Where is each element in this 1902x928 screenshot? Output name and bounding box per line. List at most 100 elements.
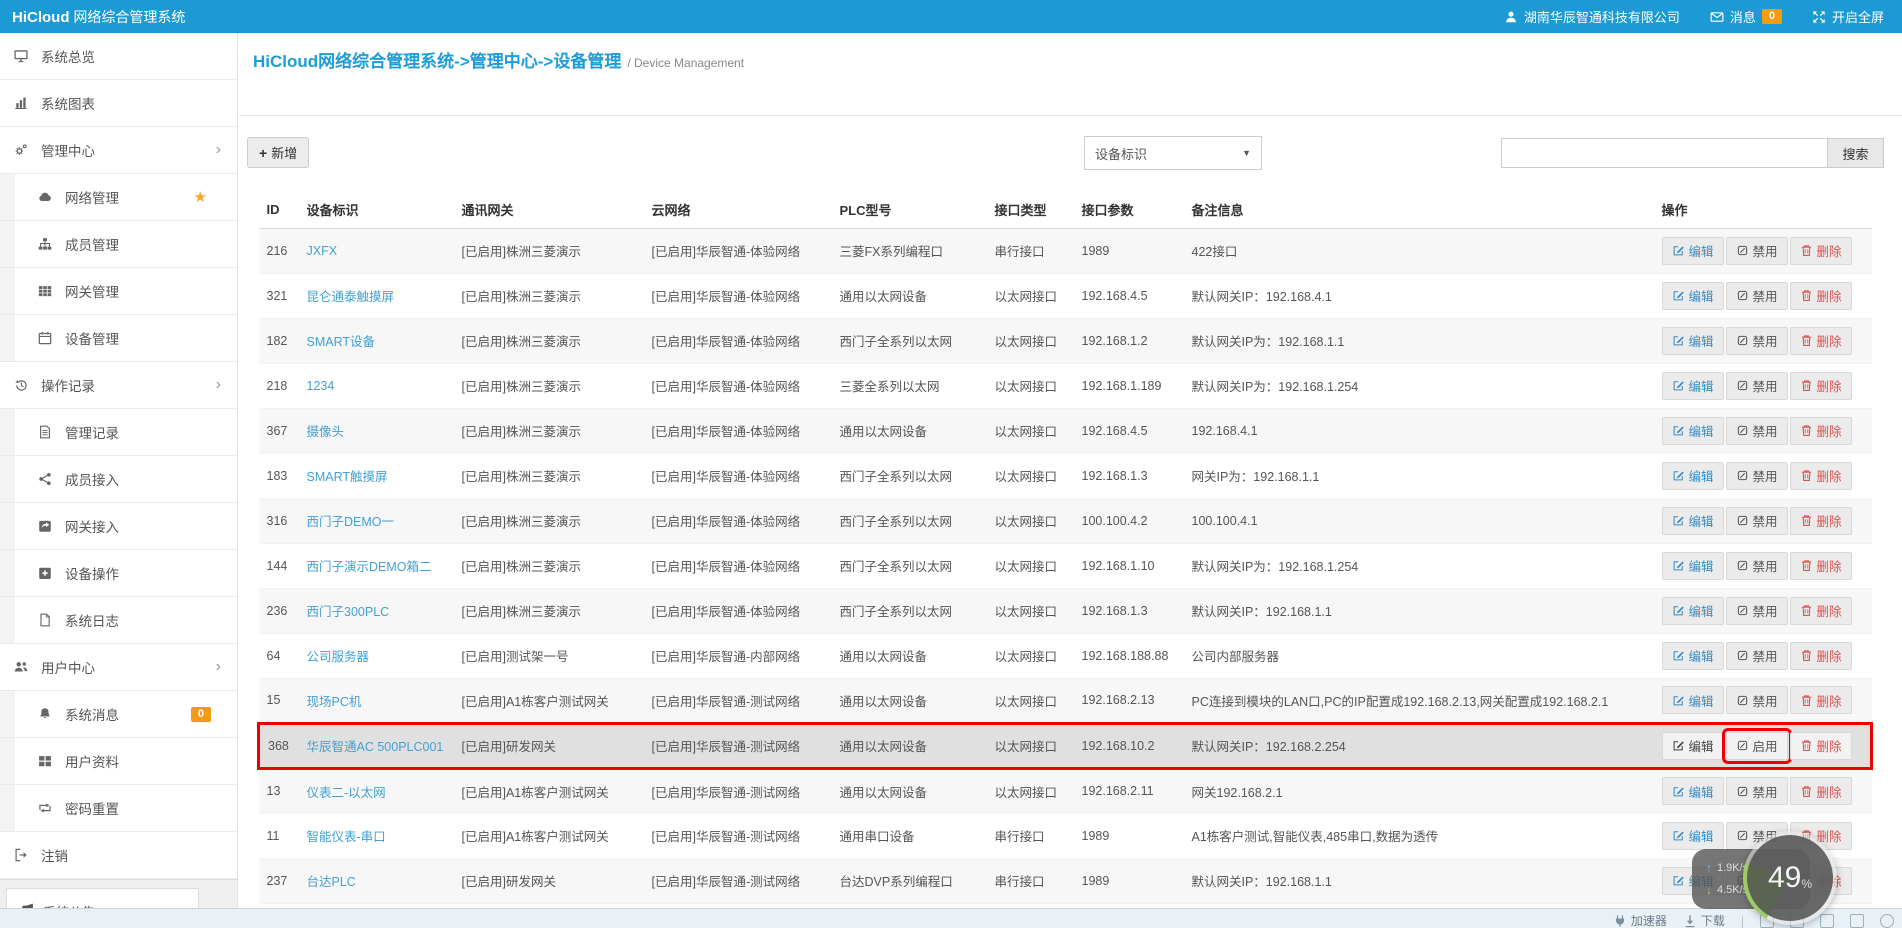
sidebar-item-user-profile[interactable]: 用户资料 bbox=[0, 738, 237, 785]
company-menu[interactable]: 湖南华辰智通科技有限公司 bbox=[1504, 7, 1680, 26]
edit-button[interactable]: 编辑 bbox=[1661, 596, 1724, 625]
edit-button[interactable]: 编辑 bbox=[1661, 641, 1724, 670]
filter-field-select[interactable]: 设备标识 ▼ bbox=[1084, 136, 1262, 170]
delete-button[interactable]: 删除 bbox=[1789, 326, 1852, 355]
sidebar-item-gateway-access[interactable]: 网关接入 bbox=[0, 503, 237, 550]
delete-button[interactable]: 删除 bbox=[1789, 506, 1852, 535]
device-link[interactable]: 1234 bbox=[307, 379, 335, 393]
search-button[interactable]: 搜索 bbox=[1827, 138, 1884, 168]
disable-button[interactable]: 禁用 bbox=[1725, 236, 1788, 265]
progress-circle-widget[interactable]: 49 % bbox=[1743, 831, 1837, 925]
edit-button[interactable]: 编辑 bbox=[1661, 777, 1724, 805]
ban-icon bbox=[1736, 829, 1749, 842]
sidebar-item-user-center[interactable]: 用户中心 › bbox=[0, 644, 237, 691]
edit-button[interactable]: 编辑 bbox=[1661, 821, 1724, 850]
trash-icon bbox=[1800, 785, 1813, 798]
edit-button[interactable]: 编辑 bbox=[1661, 686, 1724, 714]
disable-button[interactable]: 禁用 bbox=[1725, 596, 1788, 625]
disable-button[interactable]: 禁用 bbox=[1725, 686, 1788, 714]
delete-button[interactable]: 删除 bbox=[1789, 281, 1852, 310]
sidebar-item-network-management[interactable]: 网络管理 ★ bbox=[0, 174, 237, 221]
search-input[interactable] bbox=[1501, 138, 1827, 168]
delete-button[interactable]: 删除 bbox=[1789, 596, 1852, 625]
delete-button[interactable]: 删除 bbox=[1789, 371, 1852, 400]
edit-button[interactable]: 编辑 bbox=[1661, 506, 1724, 535]
edit-button[interactable]: 编辑 bbox=[1661, 551, 1724, 580]
cell-actions: 编辑禁用删除 bbox=[1653, 318, 1872, 364]
device-link[interactable]: 西门子演示DEMO箱二 bbox=[307, 560, 432, 574]
sidebar-item-member-access[interactable]: 成员接入 bbox=[0, 456, 237, 503]
device-link[interactable]: 公司服务器 bbox=[307, 650, 370, 664]
ban-icon bbox=[1736, 289, 1749, 302]
delete-button[interactable]: 删除 bbox=[1789, 641, 1852, 670]
device-link[interactable]: SMART触摸屏 bbox=[307, 470, 388, 484]
messages-menu[interactable]: 消息 0 bbox=[1710, 7, 1782, 26]
device-link[interactable]: SMART设备 bbox=[307, 335, 376, 349]
edit-button[interactable]: 编辑 bbox=[1661, 326, 1724, 355]
users-icon bbox=[14, 660, 35, 674]
disable-button[interactable]: 禁用 bbox=[1725, 461, 1788, 490]
delete-button[interactable]: 删除 bbox=[1789, 686, 1852, 714]
toolbar-icon[interactable] bbox=[1880, 913, 1894, 928]
delete-button[interactable]: 删除 bbox=[1789, 236, 1852, 265]
disable-button[interactable]: 禁用 bbox=[1725, 326, 1788, 355]
device-link[interactable]: 智能仪表-串口 bbox=[307, 830, 386, 844]
disable-button[interactable]: 禁用 bbox=[1725, 777, 1788, 805]
sidebar-item-system-charts[interactable]: 系统图表 bbox=[0, 80, 237, 127]
action-button-group: 编辑禁用删除 bbox=[1661, 506, 1864, 535]
disable-button[interactable]: 禁用 bbox=[1725, 371, 1788, 400]
delete-button[interactable]: 删除 bbox=[1789, 551, 1852, 580]
sidebar-item-gateway-management[interactable]: 网关管理 bbox=[0, 268, 237, 315]
delete-button[interactable]: 删除 bbox=[1789, 461, 1852, 490]
ban-icon bbox=[1736, 559, 1749, 572]
disable-button[interactable]: 禁用 bbox=[1725, 641, 1788, 670]
cell-gateway: [已启用]株洲三菱演示 bbox=[453, 588, 644, 634]
device-link[interactable]: 昆仑通泰触摸屏 bbox=[307, 290, 395, 304]
disable-button[interactable]: 禁用 bbox=[1725, 416, 1788, 445]
device-link[interactable]: 西门子300PLC bbox=[307, 605, 390, 619]
statusbar-right: 加速器 下载 | bbox=[1613, 912, 1894, 928]
file-text-icon bbox=[38, 425, 59, 439]
delete-button[interactable]: 删除 bbox=[1789, 731, 1852, 760]
cell-interface-type: 以太网接口 bbox=[986, 543, 1074, 589]
edit-button[interactable]: 编辑 bbox=[1661, 731, 1724, 760]
user-icon bbox=[1504, 10, 1518, 24]
device-link[interactable]: 西门子DEMO一 bbox=[307, 515, 395, 529]
sidebar-item-member-management[interactable]: 成员管理 bbox=[0, 221, 237, 268]
edit-button[interactable]: 编辑 bbox=[1661, 416, 1724, 445]
edit-button[interactable]: 编辑 bbox=[1661, 281, 1724, 310]
sidebar-item-label: 网关接入 bbox=[65, 520, 119, 535]
accelerator-button[interactable]: 加速器 bbox=[1613, 912, 1667, 928]
device-link[interactable]: 仪表二-以太网 bbox=[307, 786, 386, 800]
sidebar-item-operation-records[interactable]: 操作记录 › bbox=[0, 362, 237, 409]
toolbar-icon[interactable] bbox=[1850, 913, 1864, 928]
edit-button[interactable]: 编辑 bbox=[1661, 371, 1724, 400]
download-button[interactable]: 下载 bbox=[1683, 912, 1725, 928]
sidebar-item-system-overview[interactable]: 系统总览 bbox=[0, 33, 237, 80]
delete-button[interactable]: 删除 bbox=[1789, 777, 1852, 805]
sidebar-item-management-center[interactable]: 管理中心 › bbox=[0, 127, 237, 174]
cell-cloud-network: [已启用]华辰智通-体验网络 bbox=[643, 543, 832, 589]
sidebar-item-logout[interactable]: 注销 bbox=[0, 832, 237, 879]
sidebar-item-device-management[interactable]: 设备管理 bbox=[0, 315, 237, 362]
fullscreen-button[interactable]: 开启全屏 bbox=[1812, 7, 1884, 26]
delete-button[interactable]: 删除 bbox=[1789, 416, 1852, 445]
disable-button[interactable]: 禁用 bbox=[1725, 281, 1788, 310]
sidebar-item-system-logs[interactable]: 系统日志 bbox=[0, 597, 237, 644]
toolbar-icon[interactable] bbox=[1820, 913, 1834, 928]
disable-button[interactable]: 禁用 bbox=[1725, 506, 1788, 535]
sidebar-item-password-reset[interactable]: 密码重置 bbox=[0, 785, 237, 832]
sidebar-item-management-records[interactable]: 管理记录 bbox=[0, 409, 237, 456]
add-button[interactable]: + 新增 bbox=[247, 137, 310, 168]
edit-button[interactable]: 编辑 bbox=[1661, 461, 1724, 490]
edit-button[interactable]: 编辑 bbox=[1661, 236, 1724, 265]
sidebar-item-device-operation[interactable]: 设备操作 bbox=[0, 550, 237, 597]
disable-button[interactable]: 禁用 bbox=[1725, 551, 1788, 580]
device-link[interactable]: 摄像头 bbox=[307, 425, 345, 439]
device-link[interactable]: 华辰智通AC 500PLC001 bbox=[307, 740, 444, 754]
device-link[interactable]: JXFX bbox=[307, 244, 338, 258]
enable-button[interactable]: 启用 bbox=[1721, 727, 1792, 764]
device-link[interactable]: 台达PLC bbox=[307, 875, 356, 889]
device-link[interactable]: 现场PC机 bbox=[307, 695, 362, 709]
sidebar-item-system-messages[interactable]: 系统消息 0 bbox=[0, 691, 237, 738]
